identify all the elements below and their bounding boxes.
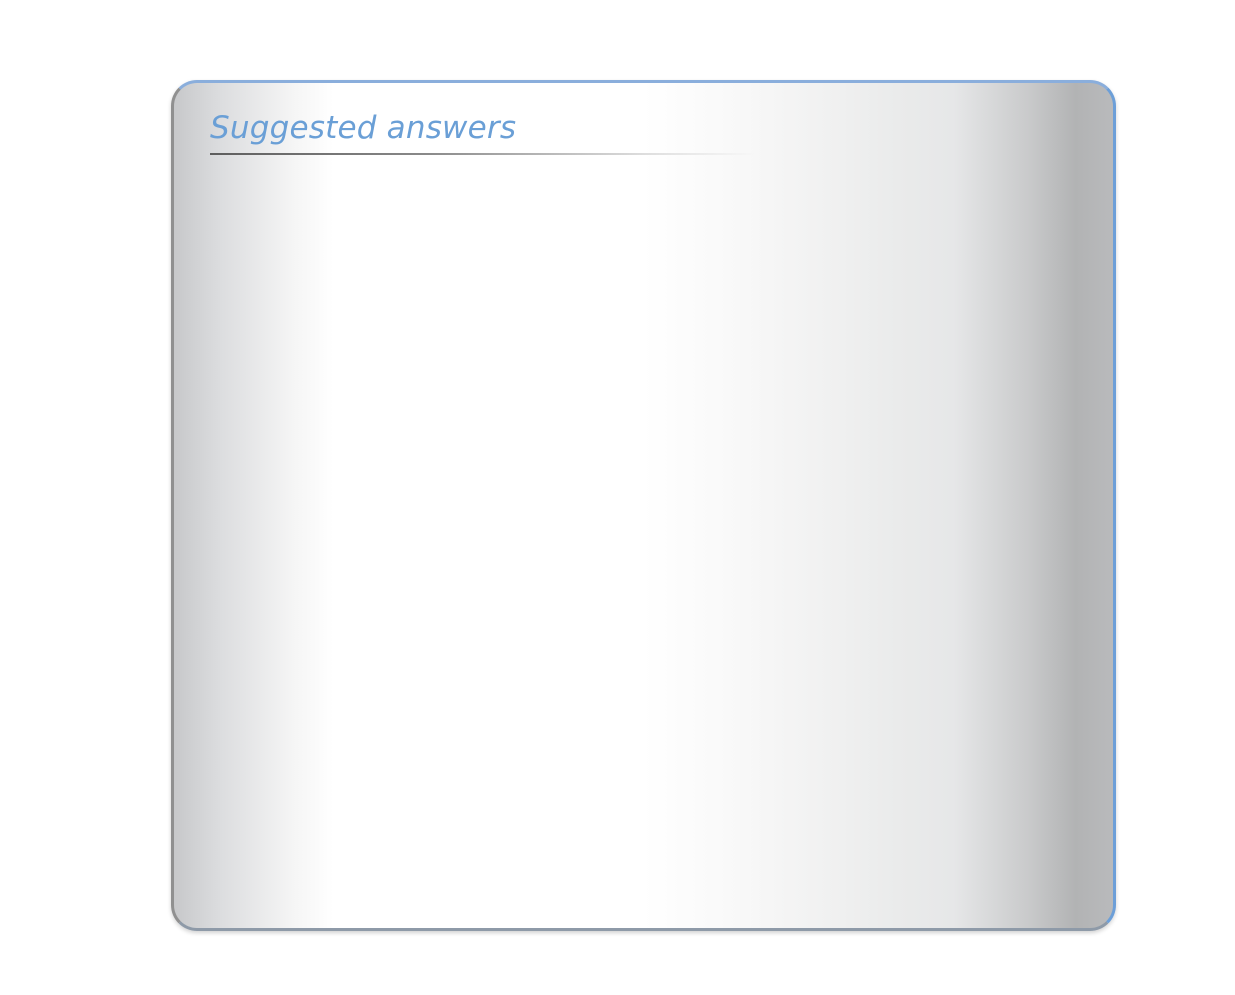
title-underline — [210, 153, 755, 155]
suggested-answers-panel: Suggested answers — [171, 80, 1116, 931]
panel-title: Suggested answers — [210, 110, 517, 146]
